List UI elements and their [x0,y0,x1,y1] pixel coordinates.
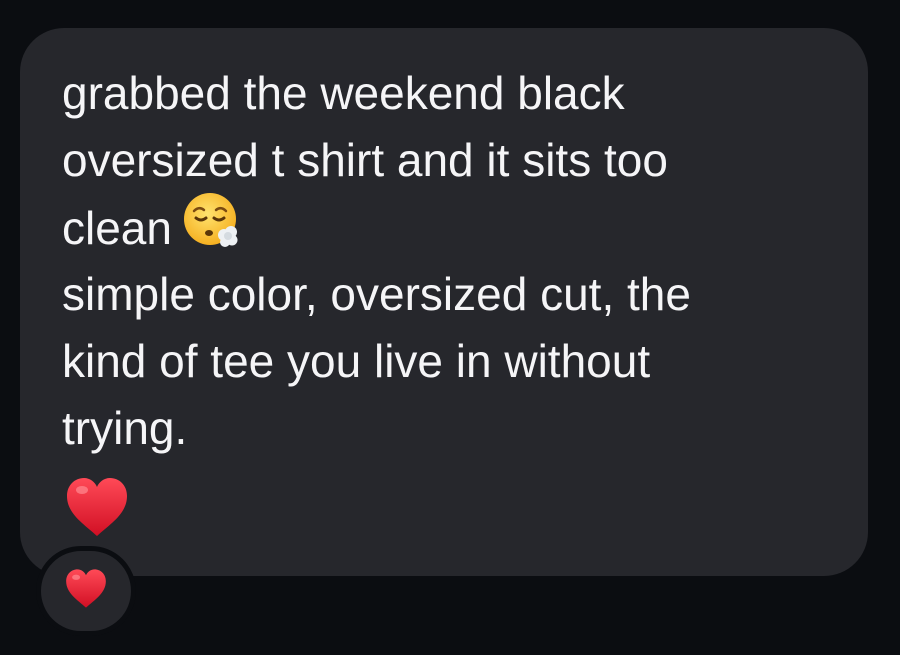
red-heart-icon [64,568,108,614]
chat-screen: grabbed the weekend black oversized t sh… [0,0,900,655]
message-line-with-emoji: clean [62,193,842,261]
message-line-text: clean [62,202,172,255]
message-line: trying. [62,402,188,454]
reaction-badge[interactable] [36,546,136,636]
message-line: kind of tee you live in without [62,335,651,387]
face-exhaling-icon [182,190,242,266]
red-heart-icon [64,476,130,538]
message-line: oversized t shirt and it sits too [62,134,668,186]
message-line: simple color, oversized cut, the [62,268,691,320]
message-text: grabbed the weekend black oversized t sh… [62,60,842,462]
message-line: grabbed the weekend black [62,67,625,119]
